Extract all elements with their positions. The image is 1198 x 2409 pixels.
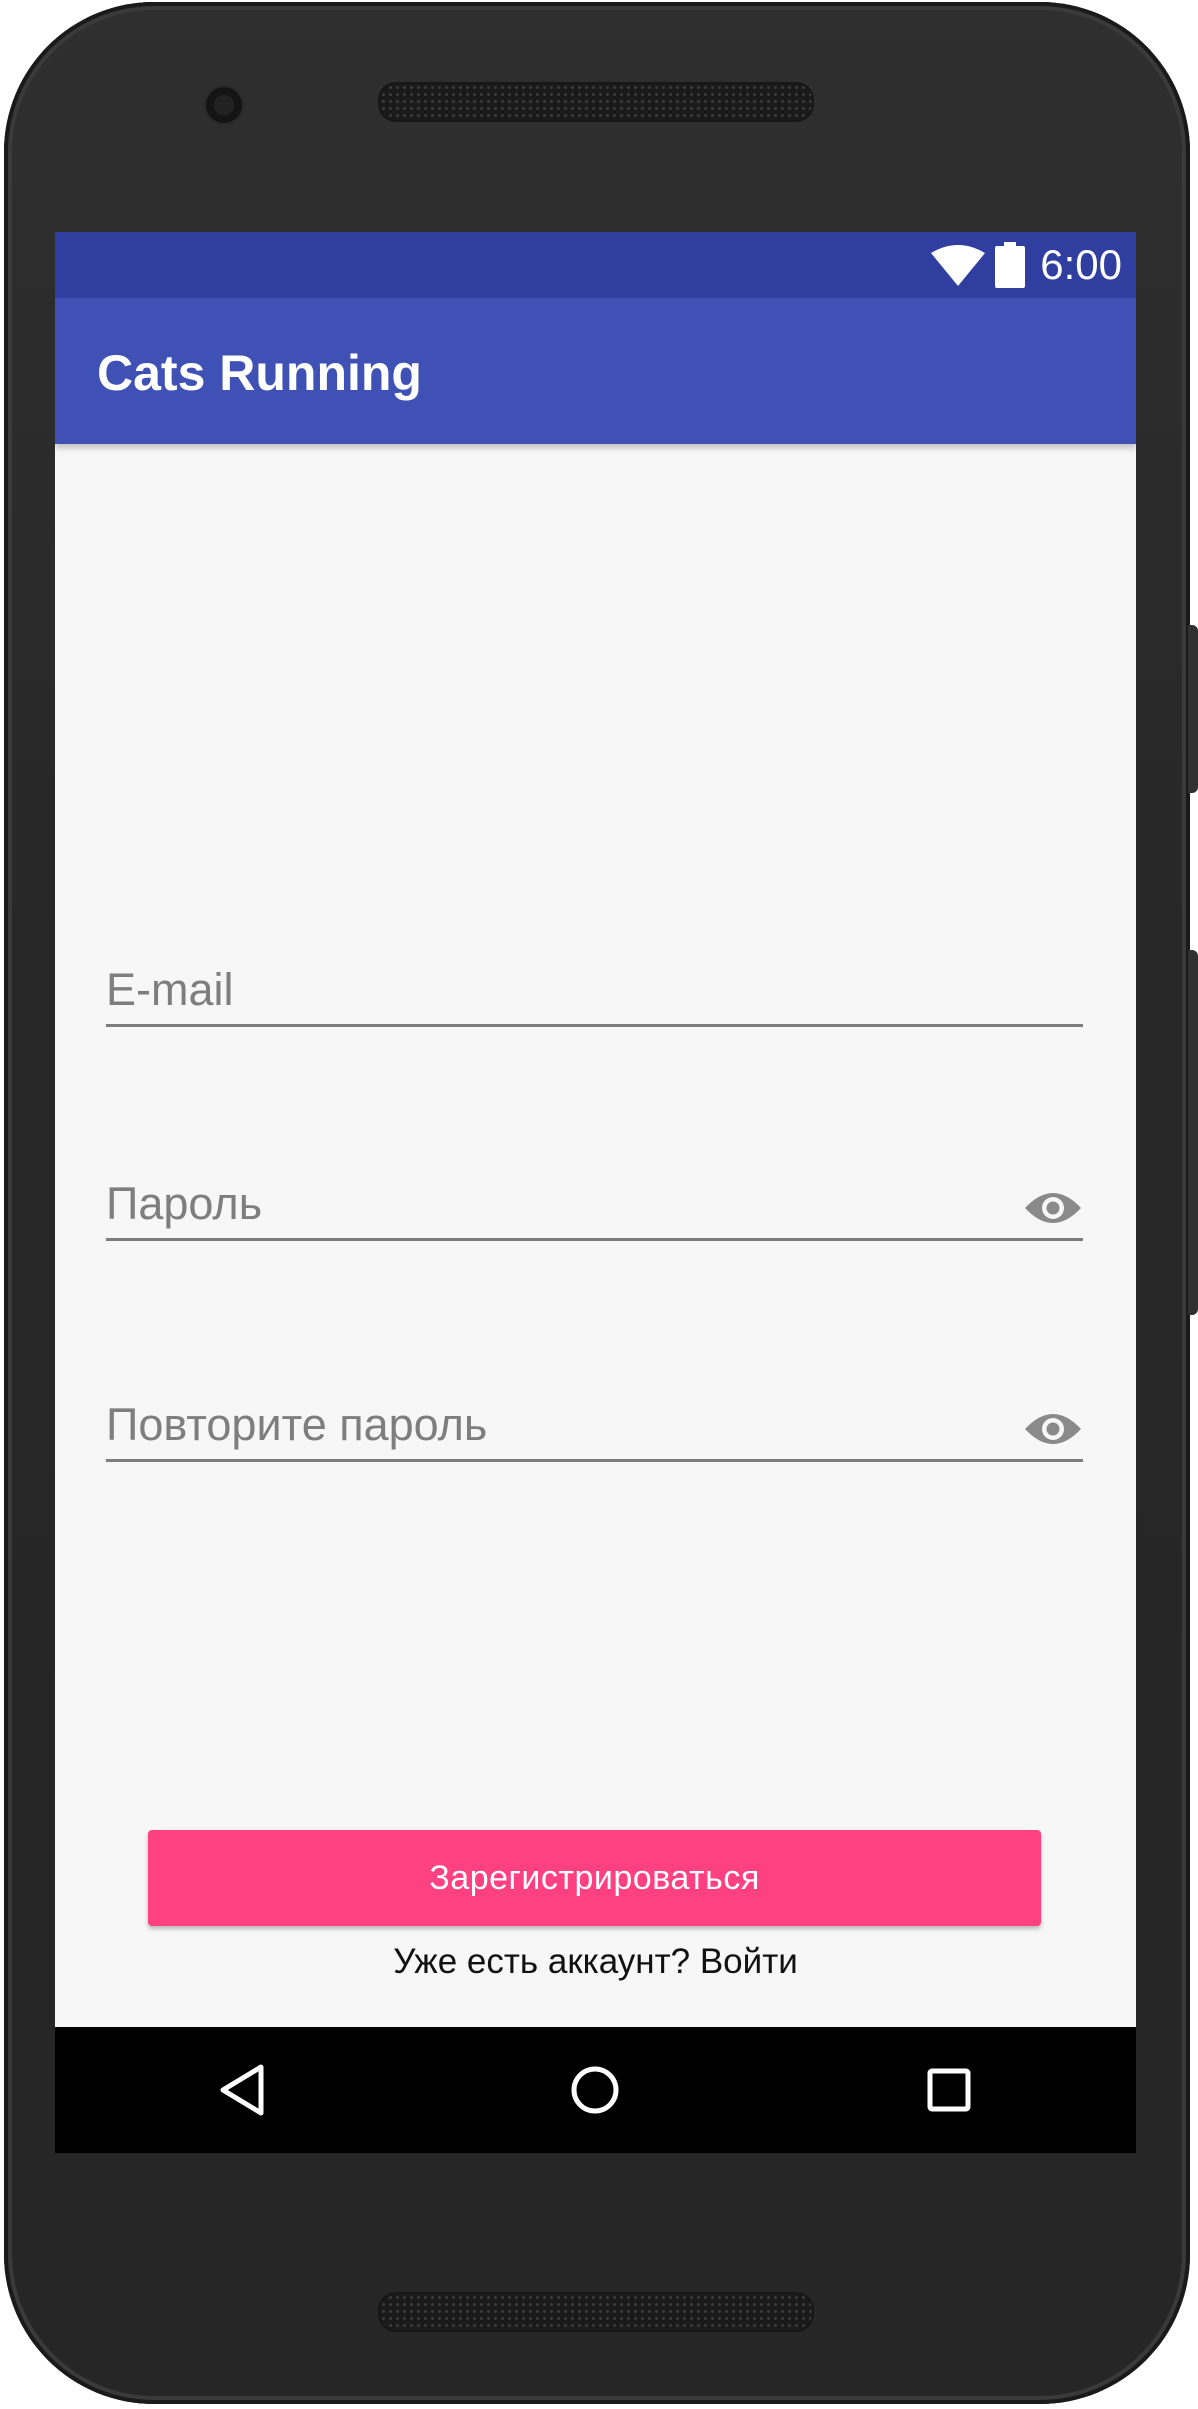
wifi-icon <box>931 245 985 286</box>
earpiece-speaker <box>378 82 814 122</box>
eye-icon[interactable] <box>1023 1407 1083 1451</box>
power-button <box>1188 625 1198 793</box>
eye-icon[interactable] <box>1023 1186 1083 1230</box>
app-title: Cats Running <box>97 345 422 401</box>
password-field[interactable] <box>106 1168 1083 1241</box>
repeat-password-field[interactable] <box>106 1389 1083 1462</box>
login-link[interactable]: Уже есть аккаунт? Войти <box>55 1940 1136 1984</box>
battery-icon <box>995 242 1025 288</box>
bottom-speaker <box>378 2292 814 2332</box>
back-triangle-icon[interactable] <box>205 2053 279 2127</box>
status-time: 6:00 <box>1040 241 1122 288</box>
password-input[interactable] <box>106 1178 1006 1230</box>
repeat-password-input[interactable] <box>106 1399 1006 1451</box>
home-circle-icon[interactable] <box>558 2053 632 2127</box>
screen: 6:00 Cats Running Зарегистрироваться Уже… <box>55 232 1136 2153</box>
navigation-bar <box>55 2027 1136 2153</box>
recents-square-icon[interactable] <box>912 2053 986 2127</box>
email-input[interactable] <box>106 964 1006 1016</box>
volume-button <box>1188 950 1198 1315</box>
status-bar: 6:00 <box>55 232 1136 298</box>
app-bar: Cats Running <box>55 298 1136 444</box>
register-button[interactable]: Зарегистрироваться <box>148 1830 1041 1926</box>
front-camera <box>203 84 245 126</box>
email-field[interactable] <box>106 954 1083 1027</box>
